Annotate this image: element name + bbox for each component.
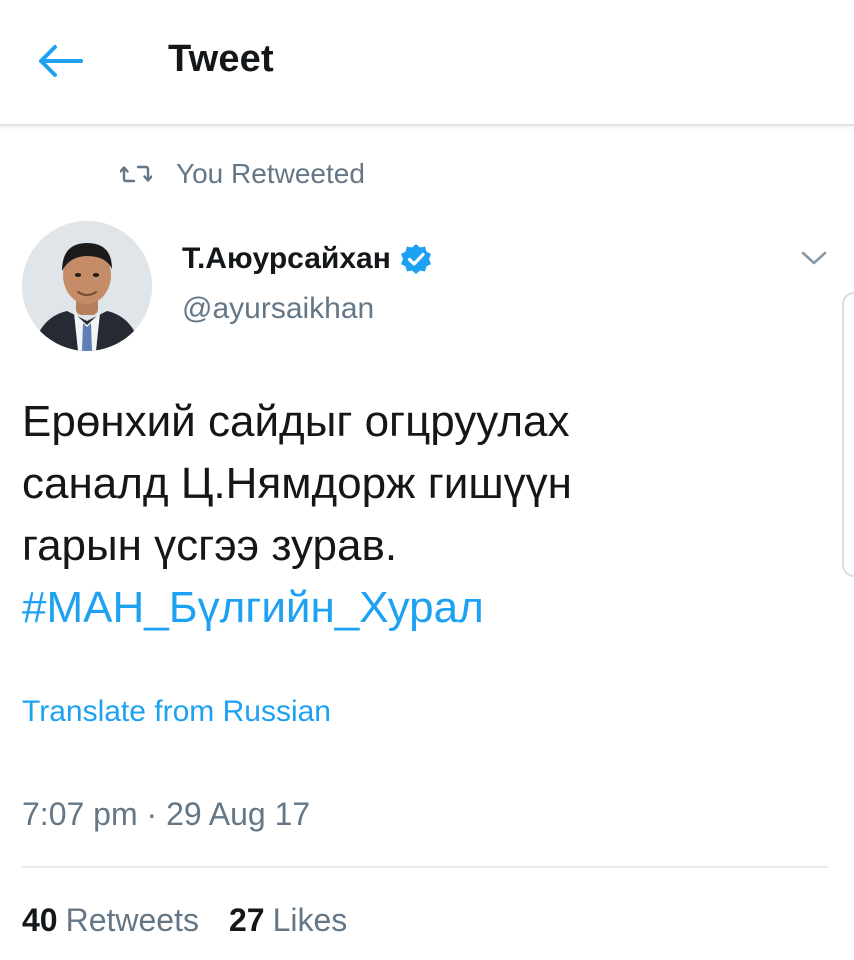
tweet-text-line: гарын үсгээ зурав.: [22, 521, 398, 570]
likes-count: 27: [228, 902, 265, 938]
adjacent-card-edge: [842, 292, 854, 577]
retweets-stat[interactable]: 40 Retweets: [22, 902, 199, 939]
tweet-text: Ерөнхий сайдыг огцруулах саналд Ц.Нямдор…: [22, 391, 822, 639]
hashtag-link[interactable]: #МАН_Бүлгийн_Хурал: [22, 577, 822, 639]
tweet-text-line: саналд Ц.Нямдорж гишүүн: [22, 459, 572, 508]
verified-badge-icon: [399, 242, 433, 276]
translate-link[interactable]: Translate from Russian: [22, 695, 331, 729]
author-name-text: Т.Аюурсайхан: [182, 242, 391, 275]
retweets-label: Retweets: [65, 902, 199, 938]
divider: [22, 866, 828, 868]
top-app-bar: Tweet: [0, 0, 854, 126]
tweet-text-line: Ерөнхий сайдыг огцруулах: [22, 397, 570, 446]
retweets-count: 40: [22, 902, 58, 938]
back-button[interactable]: [30, 36, 90, 86]
social-context-label: You Retweeted: [176, 158, 365, 189]
author-name[interactable]: Т.Аюурсайхан: [182, 242, 433, 276]
arrow-left-icon: [39, 45, 83, 77]
social-context: You Retweeted: [120, 156, 365, 192]
chevron-down-icon: [801, 251, 827, 265]
likes-stat[interactable]: 27 Likes: [229, 902, 347, 939]
page-title: Tweet: [168, 38, 274, 80]
tweet-menu-button[interactable]: [796, 243, 832, 273]
author-handle[interactable]: @ayursaikhan: [182, 292, 374, 326]
likes-label: Likes: [272, 902, 348, 938]
tweet-timestamp: 7:07 pm · 29 Aug 17: [22, 796, 311, 832]
tweet-stats: 40 Retweets 27 Likes: [22, 902, 377, 939]
retweet-icon: [120, 163, 154, 185]
avatar[interactable]: [22, 221, 152, 351]
